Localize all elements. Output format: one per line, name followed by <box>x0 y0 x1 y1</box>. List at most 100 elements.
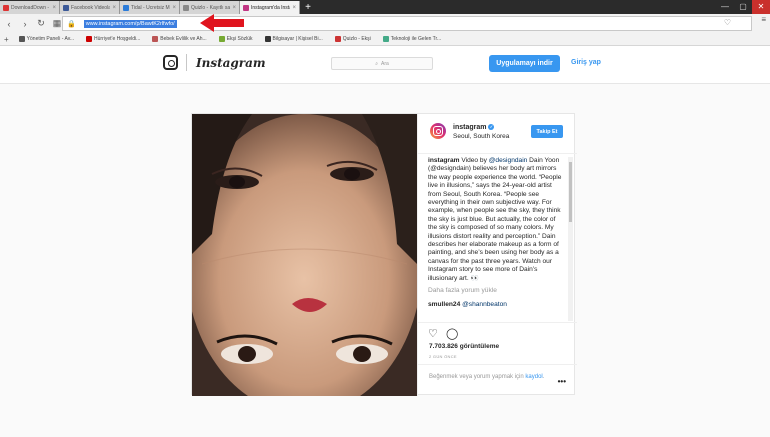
bookmark-favicon-icon <box>382 36 389 42</box>
bookmark-item[interactable]: Bebek Evlilik ve Ah... <box>152 36 207 42</box>
instagram-camera-icon[interactable] <box>163 55 178 70</box>
post-username[interactable]: instagram ✓ <box>453 124 495 131</box>
post-time[interactable]: 2 GÜN ÖNCE <box>429 354 457 359</box>
bookmark-favicon-icon <box>218 36 225 42</box>
bookmark-favicon-icon <box>264 36 271 42</box>
post-actions: ♡ ◯ 7.703.826 görüntüleme 2 GÜN ÖNCE <box>418 322 577 362</box>
bookmark-favicon-icon <box>86 36 93 42</box>
tab-close-icon[interactable]: × <box>172 5 176 11</box>
tab-strip: DownloadDown - Instagram×Facebook Videol… <box>0 0 770 14</box>
login-prompt-text: Beğenmek veya yorum yapmak için <box>429 374 524 380</box>
window-controls: — ▢ ✕ <box>716 0 770 14</box>
tab-close-icon[interactable]: × <box>232 5 236 11</box>
login-to-comment: Beğenmek veya yorum yapmak için kaydol. <box>418 364 577 396</box>
caption-username[interactable]: instagram <box>428 157 460 164</box>
tab-title: Quizlo - Kayıtlı sayfa <box>191 4 231 11</box>
view-count[interactable]: 7.703.826 görüntüleme <box>429 343 499 350</box>
comment-item: smullen24 @shannbeaton <box>428 301 566 309</box>
tab-title: Instagram'da Instagram <box>251 4 290 11</box>
tab-close-icon[interactable]: × <box>292 5 296 11</box>
caption-prefix: Video by <box>461 157 489 164</box>
browser-tab[interactable]: DownloadDown - Instagram× <box>0 1 60 14</box>
bookmark-item[interactable]: Bilgisayar | Kişisel Bi... <box>264 36 323 42</box>
menu-icon[interactable]: ≡ <box>761 15 766 24</box>
tab-favicon-icon <box>3 4 9 11</box>
grid-icon[interactable]: ▦ <box>52 18 62 29</box>
search-placeholder: Ara <box>381 60 389 67</box>
verified-badge-icon: ✓ <box>488 124 495 131</box>
minimize-button[interactable]: — <box>716 0 734 14</box>
tab-favicon-icon <box>243 4 249 11</box>
tab-list: DownloadDown - Instagram×Facebook Videol… <box>0 0 300 14</box>
caption-mention[interactable]: @designdain <box>489 157 528 164</box>
bookmarks-bar: + Yönetim Paneli - Av... Hürriyet'e Hoşge… <box>0 33 770 46</box>
bookmark-item[interactable]: Hürriyet'e Hoşgeldi... <box>86 36 140 42</box>
tab-close-icon[interactable]: × <box>112 5 116 11</box>
comment-username[interactable]: smullen24 <box>428 301 460 308</box>
tab-favicon-icon <box>63 4 69 11</box>
login-link[interactable]: Giriş yap <box>571 59 601 66</box>
avatar[interactable] <box>430 123 446 139</box>
username-text[interactable]: instagram <box>453 124 486 131</box>
post-sidebar: instagram ✓ Seoul, South Korea Takip Et i… <box>417 114 577 396</box>
post-header: instagram ✓ Seoul, South Korea Takip Et <box>418 114 577 154</box>
url-text[interactable]: www.instagram.com/p/BawtK2rlfwfo/ <box>83 19 177 28</box>
instagram-header: Instagram ⌕ Ara Uygulamayı indir Giriş y… <box>0 46 770 84</box>
browser-tab[interactable]: Tidal - Ücretsiz MP3 indir× <box>120 1 180 14</box>
bookmark-favicon-icon <box>18 36 25 42</box>
scrollbar-thumb[interactable] <box>569 162 572 222</box>
forward-icon[interactable]: › <box>20 19 30 29</box>
bookmark-item[interactable]: Ekşi Sözlük <box>218 36 253 42</box>
search-input[interactable]: ⌕ Ara <box>331 57 433 70</box>
address-bar[interactable]: 🔒 www.instagram.com/p/BawtK2rlfwfo/ ♡ <box>62 16 752 31</box>
post-video[interactable] <box>192 114 417 396</box>
bookmark-label: Hürriyet'e Hoşgeldi... <box>94 36 141 42</box>
comments-area: instagram Video by @designdain Dain Yoon… <box>428 157 566 319</box>
bookmark-list: Yönetim Paneli - Av... Hürriyet'e Hoşgeld… <box>18 36 442 42</box>
add-bookmark-icon[interactable]: + <box>4 35 9 44</box>
bookmark-item[interactable]: Quizlo - Ekşi <box>334 36 371 42</box>
caption-text: Dain Yoon (@designdain) believes her bod… <box>428 157 562 282</box>
bookmark-favicon-icon <box>334 36 341 42</box>
bookmark-item[interactable]: Yönetim Paneli - Av... <box>18 36 75 42</box>
get-app-button[interactable]: Uygulamayı indir <box>489 55 560 72</box>
browser-toolbar: ‹ › ↻ ▦ 🔒 www.instagram.com/p/BawtK2rlfw… <box>0 14 770 33</box>
load-more-comments[interactable]: Daha fazla yorum yükle <box>428 287 566 295</box>
signup-link[interactable]: kaydol <box>525 374 542 380</box>
video-frame-illustration <box>192 114 417 396</box>
tab-title: DownloadDown - Instagram <box>11 4 50 11</box>
login-prompt-suffix: . <box>542 374 545 380</box>
like-heart-icon[interactable]: ♡ <box>428 327 438 340</box>
maximize-button[interactable]: ▢ <box>734 0 752 14</box>
new-tab-button[interactable]: + <box>302 2 314 14</box>
divider <box>186 54 187 71</box>
red-arrow-annotation <box>200 14 244 32</box>
bookmark-item[interactable]: Teknoloji ile Gelen Tr... <box>382 36 442 42</box>
comment-mention[interactable]: @shannbeaton <box>462 301 507 308</box>
caption: instagram Video by @designdain Dain Yoon… <box>428 157 566 283</box>
more-options-icon[interactable]: ••• <box>558 377 566 386</box>
post-location[interactable]: Seoul, South Korea <box>453 133 509 140</box>
bookmark-favicon-icon <box>152 36 159 42</box>
lock-icon: 🔒 <box>67 20 76 28</box>
browser-tab[interactable]: Facebook Videolari Nasil...× <box>60 1 120 14</box>
reload-icon[interactable]: ↻ <box>36 18 46 29</box>
bookmark-label: Quizlo - Ekşi <box>342 36 371 42</box>
bookmark-label: Yönetim Paneli - Av... <box>26 36 75 42</box>
back-icon[interactable]: ‹ <box>4 19 14 29</box>
browser-tab[interactable]: Instagram'da Instagram× <box>240 1 300 14</box>
bookmark-label: Bilgisayar | Kişisel Bi... <box>272 36 323 42</box>
instagram-wordmark[interactable]: Instagram <box>196 56 266 70</box>
post-card: instagram ✓ Seoul, South Korea Takip Et i… <box>191 113 577 396</box>
follow-button[interactable]: Takip Et <box>531 125 563 138</box>
comments-scrollbar[interactable] <box>568 157 573 321</box>
tab-favicon-icon <box>123 4 129 11</box>
tab-title: Tidal - Ücretsiz MP3 indir <box>131 4 170 11</box>
tab-title: Facebook Videolari Nasil... <box>71 4 110 11</box>
bookmark-heart-icon[interactable]: ♡ <box>724 18 731 27</box>
bookmark-label: Teknoloji ile Gelen Tr... <box>390 36 442 42</box>
close-window-button[interactable]: ✕ <box>752 0 770 14</box>
tab-close-icon[interactable]: × <box>52 5 56 11</box>
bookmark-label: Bebek Evlilik ve Ah... <box>160 36 207 42</box>
comment-bubble-icon[interactable]: ◯ <box>446 327 458 340</box>
